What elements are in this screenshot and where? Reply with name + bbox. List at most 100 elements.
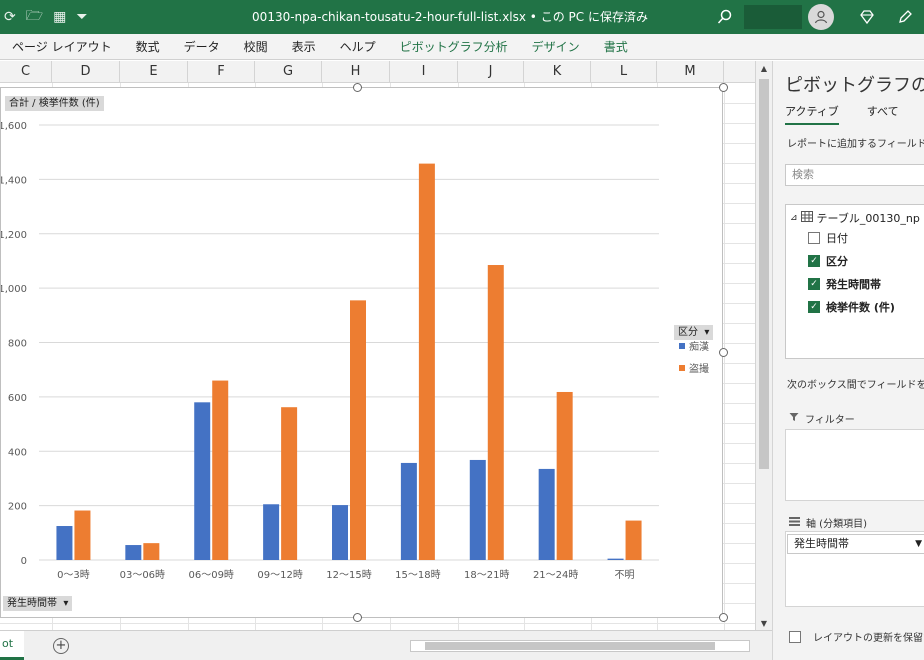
column-header[interactable]: G (255, 61, 322, 83)
column-header[interactable]: F (188, 61, 255, 83)
drag-hint: 次のボックス間でフィールドをドラ (787, 380, 924, 391)
column-header[interactable]: C (0, 61, 52, 83)
ribbon-tab[interactable]: 数式 (124, 38, 172, 55)
x-tick-label: 0～3時 (57, 569, 90, 581)
y-tick-label: 800 (8, 339, 27, 350)
pen-icon[interactable] (892, 4, 918, 30)
column-header[interactable]: H (322, 61, 390, 83)
field-item[interactable]: 日付 (808, 229, 848, 247)
field-checkbox[interactable]: ✓ (808, 278, 820, 290)
bar (418, 163, 435, 560)
bar (469, 459, 486, 560)
filter-drop-area[interactable] (785, 429, 924, 501)
diamond-icon[interactable] (854, 4, 880, 30)
ribbon-tab[interactable]: データ (172, 38, 232, 55)
bar (281, 407, 298, 560)
field-label: 発生時間帯 (826, 278, 881, 291)
y-tick-label: 400 (8, 447, 27, 458)
ribbon-tab[interactable]: ヘルプ (328, 38, 388, 55)
axis-field-item-label: 発生時間帯 (794, 537, 849, 550)
field-item[interactable]: ✓ 検挙件数 (件) (808, 298, 895, 316)
x-tick-label: 09～12時 (257, 569, 302, 581)
search-icon[interactable] (712, 4, 738, 30)
bar (607, 558, 624, 560)
field-checkbox[interactable]: ✓ (808, 255, 820, 267)
vertical-scrollbar[interactable]: ▲ ▼ (755, 61, 772, 632)
title-bar: ⟳ 🗁 ▦ ⏷ 00130-npa-chikan-tousatu-2-hour-… (0, 0, 924, 34)
scroll-thumb[interactable] (759, 79, 769, 469)
bar (625, 520, 642, 560)
y-tick-label: 1,600 (1, 121, 27, 132)
field-item[interactable]: ✓ 区分 (808, 252, 848, 270)
table-node[interactable]: ⊿ テーブル_00130_np (790, 209, 920, 227)
bar (194, 402, 211, 560)
legend-entry: 盗撮 (689, 362, 709, 375)
ribbon-tab[interactable]: ページ レイアウト (0, 38, 124, 55)
ribbon-tabs: ページ レイアウト 数式 データ 校閲 表示 ヘルプ ピボットグラフ分析 デザイン 書式 (0, 34, 924, 60)
resize-handle-right[interactable] (719, 348, 728, 357)
field-label: 日付 (826, 232, 848, 245)
field-list: ⊿ テーブル_00130_np 日付 ✓ 区分 ✓ 発生時間帯 ✓ 検挙件数 (件) (785, 204, 924, 359)
open-folder-icon[interactable]: 🗁 (26, 5, 43, 29)
horizontal-scrollbar[interactable] (410, 640, 750, 652)
bar (350, 300, 366, 560)
account-name-box[interactable] (744, 5, 802, 29)
pane-hint: レポートに追加するフィールドを選 (787, 139, 924, 150)
field-search-input[interactable]: 検索 (785, 164, 924, 186)
bar (125, 545, 142, 560)
defer-update-checkbox[interactable] (789, 630, 801, 643)
redo-icon[interactable]: ⟳ (4, 9, 16, 25)
ribbon-tab[interactable]: ピボットグラフ分析 (388, 38, 520, 55)
field-label: 検挙件数 (件) (826, 301, 895, 314)
column-header[interactable]: K (524, 61, 591, 83)
sheet-tab[interactable]: ot (0, 631, 24, 660)
column-header[interactable]: M (657, 61, 724, 83)
ribbon-tab[interactable]: 表示 (280, 38, 328, 55)
quick-access-toolbar: ⟳ 🗁 ▦ ⏷ (4, 0, 88, 34)
x-tick-label: 不明 (615, 569, 635, 581)
grid-line-horizontal (0, 623, 755, 624)
tab-all[interactable]: すべて (867, 103, 899, 125)
form-icon[interactable]: ▦ (53, 9, 66, 25)
x-tick-label: 12～15時 (326, 569, 371, 581)
defer-update-label: レイアウトの更新を保留す (813, 633, 924, 644)
resize-handle-top-right[interactable] (719, 83, 728, 92)
y-tick-label: 0 (21, 556, 27, 567)
horizontal-scroll-thumb[interactable] (425, 642, 715, 650)
axis-section-label: 軸 (分類項目) (789, 515, 867, 530)
legend-swatch (679, 343, 685, 349)
bar (487, 265, 504, 560)
legend-entry: 痴漢 (689, 340, 709, 353)
sheet-tab-bar: ot + (0, 630, 772, 660)
ribbon-tab[interactable]: 書式 (592, 38, 640, 55)
column-header[interactable]: D (52, 61, 120, 83)
pivot-chart[interactable]: 合計 / 検挙件数 (件) 区分 ▾ 発生時間帯 ▾ 0 200 400 600 800… (0, 87, 723, 618)
avatar[interactable] (808, 4, 834, 30)
field-item[interactable]: ✓ 発生時間帯 (808, 275, 881, 293)
add-sheet-icon[interactable]: + (53, 638, 69, 654)
resize-handle-bottom[interactable] (353, 613, 362, 622)
ribbon-tab[interactable]: 校閲 (232, 38, 280, 55)
column-header[interactable]: L (591, 61, 657, 83)
axis-field-item[interactable]: 発生時間帯 ▼ (787, 534, 924, 554)
field-checkbox[interactable]: ✓ (808, 301, 820, 313)
customize-toolbar-icon[interactable]: ⏷ (76, 9, 87, 25)
column-header[interactable]: J (458, 61, 524, 83)
resize-handle-top[interactable] (353, 83, 362, 92)
collapse-icon[interactable]: ⊿ (790, 213, 798, 223)
field-checkbox[interactable] (808, 232, 820, 244)
filter-label: フィルター (805, 415, 855, 426)
column-header[interactable]: E (120, 61, 188, 83)
y-tick-label: 200 (8, 502, 27, 513)
bar (143, 543, 160, 560)
tab-active[interactable]: アクティブ (785, 103, 839, 125)
scroll-up-icon[interactable]: ▲ (756, 61, 772, 77)
ribbon-tab[interactable]: デザイン (520, 38, 592, 55)
table-name: テーブル_00130_np (816, 212, 920, 225)
column-header[interactable]: I (390, 61, 458, 83)
defer-update[interactable]: レイアウトの更新を保留す (789, 629, 924, 644)
dropdown-arrow-icon[interactable]: ▼ (915, 535, 922, 553)
pane-title: ピボットグラフのフィ (785, 75, 924, 96)
bar (400, 462, 417, 560)
resize-handle-bottom-right[interactable] (719, 613, 728, 622)
